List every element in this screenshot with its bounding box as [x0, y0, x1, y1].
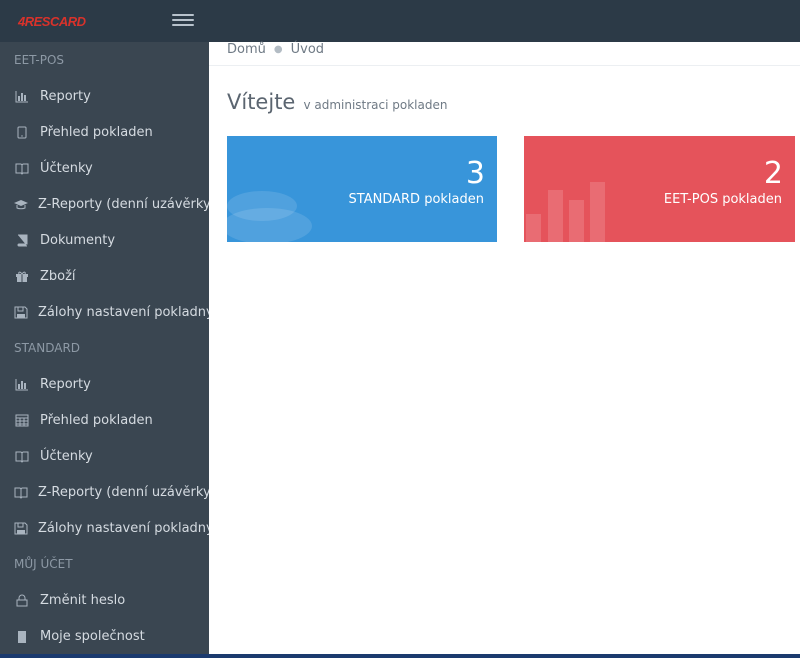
sidebar-item-label: Přehled pokladen	[40, 412, 153, 428]
section-title-standard: STANDARD	[14, 341, 81, 355]
breadcrumb: Domů ● Úvod	[209, 42, 800, 66]
brand-logo-text: 4RESCARD	[18, 14, 86, 29]
sidebar-item-my-company[interactable]: Moje společnost	[0, 618, 209, 654]
document-book-icon	[14, 233, 30, 247]
page-title: Vítejte v administraci pokladen	[227, 90, 447, 114]
graduation-cap-icon	[14, 197, 28, 211]
sidebar-item-label: Účtenky	[40, 160, 93, 176]
sidebar-item-std-reporty[interactable]: Reporty	[0, 366, 209, 402]
breadcrumb-separator: ●	[273, 44, 283, 55]
sidebar-item-label: Účtenky	[40, 448, 93, 464]
sidebar-item-label: Z-Reporty (denní uzávěrky)	[38, 484, 209, 500]
sidebar-item-label: Zálohy nastavení pokladny	[38, 304, 209, 320]
sidebar-item-label: Reporty	[40, 88, 91, 104]
main-content: Domů ● Úvod Vítejte v administraci pokla…	[209, 42, 800, 654]
sidebar-item-eet-reporty[interactable]: Reporty	[0, 78, 209, 114]
stat-card-value: 2	[763, 156, 783, 191]
gift-icon	[14, 269, 30, 283]
sidebar-item-label: Reporty	[40, 376, 91, 392]
stat-card-standard[interactable]: 3 STANDARD pokladen	[227, 136, 497, 242]
sidebar-item-eet-zbozi[interactable]: Zboží	[0, 258, 209, 294]
ellipses-decoration-icon	[227, 191, 312, 242]
sidebar-item-label: Zálohy nastavení pokladny	[38, 520, 209, 536]
brand-logo[interactable]: 4RESCARD	[18, 11, 88, 29]
sidebar-item-eet-prehled[interactable]: Přehled pokladen	[0, 114, 209, 150]
breadcrumb-current: Úvod	[290, 42, 325, 57]
calculator-icon	[14, 413, 30, 427]
sidebar-item-label: Z-Reporty (denní uzávěrky)	[38, 196, 209, 212]
lock-icon	[14, 593, 30, 607]
sidebar-item-label: Moje společnost	[40, 628, 145, 644]
sidebar-item-label: Změnit heslo	[40, 592, 126, 608]
stat-card-eet-pos[interactable]: 2 EET-POS pokladen	[524, 136, 795, 242]
welcome-subtitle: v administraci pokladen	[303, 98, 448, 112]
sidebar-item-label: Zboží	[40, 268, 76, 284]
sidebar-item-eet-dokumenty[interactable]: Dokumenty	[0, 222, 209, 258]
menu-toggle-icon[interactable]	[172, 11, 194, 29]
sidebar-item-label: Přehled pokladen	[40, 124, 153, 140]
sidebar-item-change-password[interactable]: Změnit heslo	[0, 582, 209, 618]
sidebar-item-eet-zalohy[interactable]: Zálohy nastavení pokladny	[0, 294, 209, 330]
sidebar: EET-POS Reporty Přehled pokladen Účtenky…	[0, 42, 209, 658]
sidebar-item-std-prehled[interactable]: Přehled pokladen	[0, 402, 209, 438]
stat-card-value: 3	[465, 156, 485, 191]
sidebar-item-std-zreporty[interactable]: Z-Reporty (denní uzávěrky)	[0, 474, 209, 510]
book-icon	[14, 161, 30, 175]
bars-decoration-icon	[526, 182, 605, 242]
bottom-edge-bar	[0, 654, 800, 658]
section-title-account: MŮJ ÚČET	[14, 557, 73, 571]
sidebar-item-std-zalohy[interactable]: Zálohy nastavení pokladny	[0, 510, 209, 546]
bar-chart-icon	[14, 377, 30, 391]
sidebar-item-eet-zreporty[interactable]: Z-Reporty (denní uzávěrky)	[0, 186, 209, 222]
top-bar: 4RESCARD	[0, 0, 800, 42]
sidebar-item-std-uctenky[interactable]: Účtenky	[0, 438, 209, 474]
tablet-icon	[14, 125, 30, 139]
sidebar-item-eet-uctenky[interactable]: Účtenky	[0, 150, 209, 186]
book-icon	[14, 449, 30, 463]
sidebar-item-label: Dokumenty	[40, 232, 116, 248]
welcome-title: Vítejte	[227, 90, 296, 114]
bar-chart-icon	[14, 89, 30, 103]
section-title-eet-pos: EET-POS	[14, 53, 65, 67]
floppy-disk-icon	[14, 521, 28, 535]
building-icon	[14, 629, 30, 643]
floppy-disk-icon	[14, 305, 28, 319]
book-icon	[14, 485, 28, 499]
stat-card-label: STANDARD pokladen	[348, 192, 484, 207]
stat-card-label: EET-POS pokladen	[663, 192, 782, 207]
breadcrumb-home-link[interactable]: Domů	[227, 42, 266, 57]
